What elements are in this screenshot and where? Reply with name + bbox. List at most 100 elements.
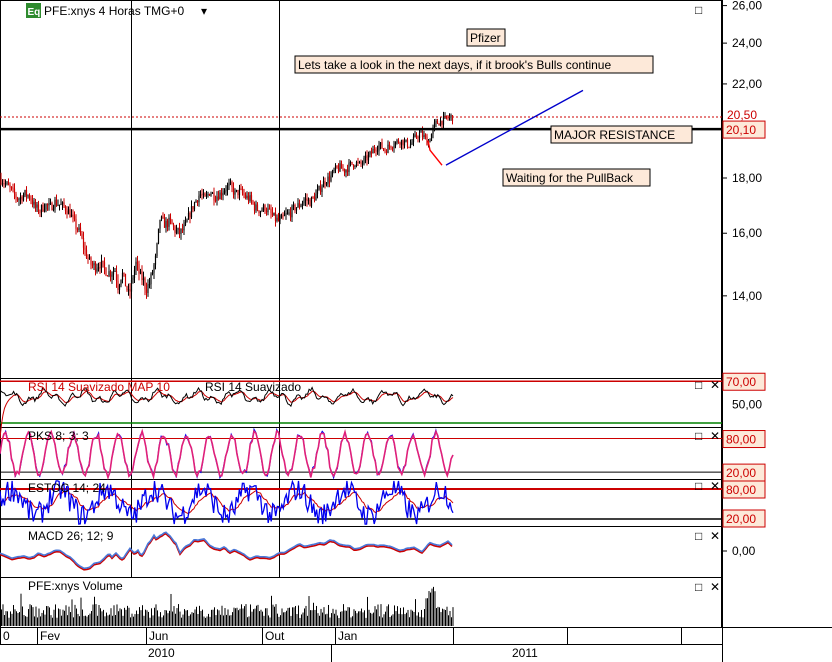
estoc-close-icon[interactable]: ✕ <box>710 479 720 493</box>
volume-bar <box>19 612 20 626</box>
volume-bar <box>56 617 58 626</box>
macd-close-icon[interactable]: ✕ <box>710 529 720 543</box>
candle-body <box>57 204 59 206</box>
candle-body <box>310 197 313 207</box>
candle-body <box>439 120 442 126</box>
volume-bar <box>395 611 397 626</box>
candle-body <box>267 208 269 213</box>
candle-body <box>397 140 400 143</box>
volume-bar <box>220 614 221 626</box>
annotation-resistance[interactable]: MAJOR RESISTANCE <box>550 125 693 144</box>
candle-body <box>3 183 5 185</box>
x-tick-label: Out <box>265 629 285 643</box>
pks-maximize-icon[interactable]: □ <box>695 429 702 443</box>
volume-bar <box>5 611 7 626</box>
volume-bar <box>98 604 100 626</box>
candle-body <box>384 149 386 152</box>
volume-bar <box>197 613 199 626</box>
candle-body <box>76 228 79 230</box>
volume-bar <box>412 610 413 626</box>
rsi-close-icon[interactable]: ✕ <box>710 378 720 392</box>
candle-body <box>412 136 415 143</box>
volume-bar <box>277 613 278 626</box>
volume-bar <box>187 610 188 626</box>
estoc-maximize-icon[interactable]: □ <box>695 479 702 493</box>
resistance-label: MAJOR RESISTANCE <box>554 128 675 142</box>
volume-bar <box>425 598 427 626</box>
chart-title[interactable]: PFE:xnys 4 Horas TMG+0 <box>44 4 184 18</box>
volume-bar <box>23 615 25 626</box>
candle-body <box>315 193 317 201</box>
rsi-maximize-icon[interactable]: □ <box>695 378 702 392</box>
rsi-label-black: RSI 14 Suavizado <box>205 380 301 394</box>
volume-bar <box>328 604 329 626</box>
candle-body <box>330 175 332 182</box>
volume-bar <box>31 605 32 626</box>
volume-bar <box>427 598 428 626</box>
candle-body <box>237 190 239 196</box>
macd-maximize-icon[interactable]: □ <box>695 529 702 543</box>
volume-bar <box>241 604 242 626</box>
volume-bar <box>127 605 128 626</box>
candle-body <box>399 142 401 145</box>
chart-canvas[interactable]: Eq PFE:xnys 4 Horas TMG+0 ▾ RSI 14 Suavi… <box>0 0 832 662</box>
volume-bar <box>161 617 163 626</box>
price-pane <box>0 89 722 299</box>
pks-close-icon[interactable]: ✕ <box>710 429 720 443</box>
candle-body <box>73 216 76 219</box>
volume-bar <box>362 612 364 626</box>
volume-bar <box>271 595 272 626</box>
volume-bar <box>184 609 185 626</box>
candle-body <box>208 194 211 196</box>
candle-body <box>262 205 265 211</box>
candle-body <box>144 278 146 290</box>
volume-bar <box>50 615 52 626</box>
candle-body <box>141 271 143 281</box>
candle-body <box>403 141 406 146</box>
volume-bar <box>167 613 169 626</box>
volume-bar <box>151 608 152 626</box>
annotation-outlook[interactable]: Lets take a look in the next days, if it… <box>294 55 654 74</box>
candle-body <box>55 199 58 206</box>
maximize-icon[interactable]: □ <box>695 3 702 17</box>
volume-bar <box>334 613 335 626</box>
volume-bar <box>293 607 295 626</box>
candle-body <box>186 219 188 222</box>
annotation-pullback[interactable]: Waiting for the PullBack <box>502 168 651 187</box>
volume-bar <box>352 616 353 626</box>
candle-body <box>438 123 440 126</box>
volume-bar <box>280 615 281 626</box>
candle-body <box>1 183 4 185</box>
candle-body <box>193 202 196 210</box>
candle-body <box>105 268 107 276</box>
candle-body <box>358 161 361 163</box>
candle-body <box>451 115 454 121</box>
volume-bar <box>401 614 403 626</box>
candle-body <box>318 185 320 190</box>
volume-bar <box>436 608 437 626</box>
annotation-pfizer[interactable]: Pfizer <box>466 28 506 47</box>
volume-close-icon[interactable]: ✕ <box>710 580 720 594</box>
chevron-down-icon[interactable]: ▾ <box>201 4 207 18</box>
volume-bar <box>406 612 407 626</box>
volume-bar <box>139 607 140 626</box>
volume-bar <box>17 613 19 626</box>
volume-bar <box>242 608 244 626</box>
volume-bar <box>257 604 259 626</box>
volume-bar <box>265 608 266 626</box>
candle-body <box>309 199 311 207</box>
candle-body <box>84 247 86 250</box>
candle-body <box>142 278 145 281</box>
volume-bar <box>274 606 275 626</box>
candle-body <box>123 272 125 274</box>
candle-body <box>271 213 274 216</box>
volume-maximize-icon[interactable]: □ <box>695 580 702 594</box>
volume-bar <box>59 609 61 626</box>
candle-body <box>369 151 371 155</box>
chart-header[interactable]: Eq PFE:xnys 4 Horas TMG+0 ▾ <box>26 3 207 18</box>
volume-bar <box>194 609 196 626</box>
pane-controls[interactable]: □ □ ✕ □ ✕ □ ✕ □ ✕ □ ✕ <box>695 3 720 594</box>
candle-body <box>111 274 113 277</box>
candle-body <box>246 195 248 198</box>
volume-bar <box>76 608 77 626</box>
